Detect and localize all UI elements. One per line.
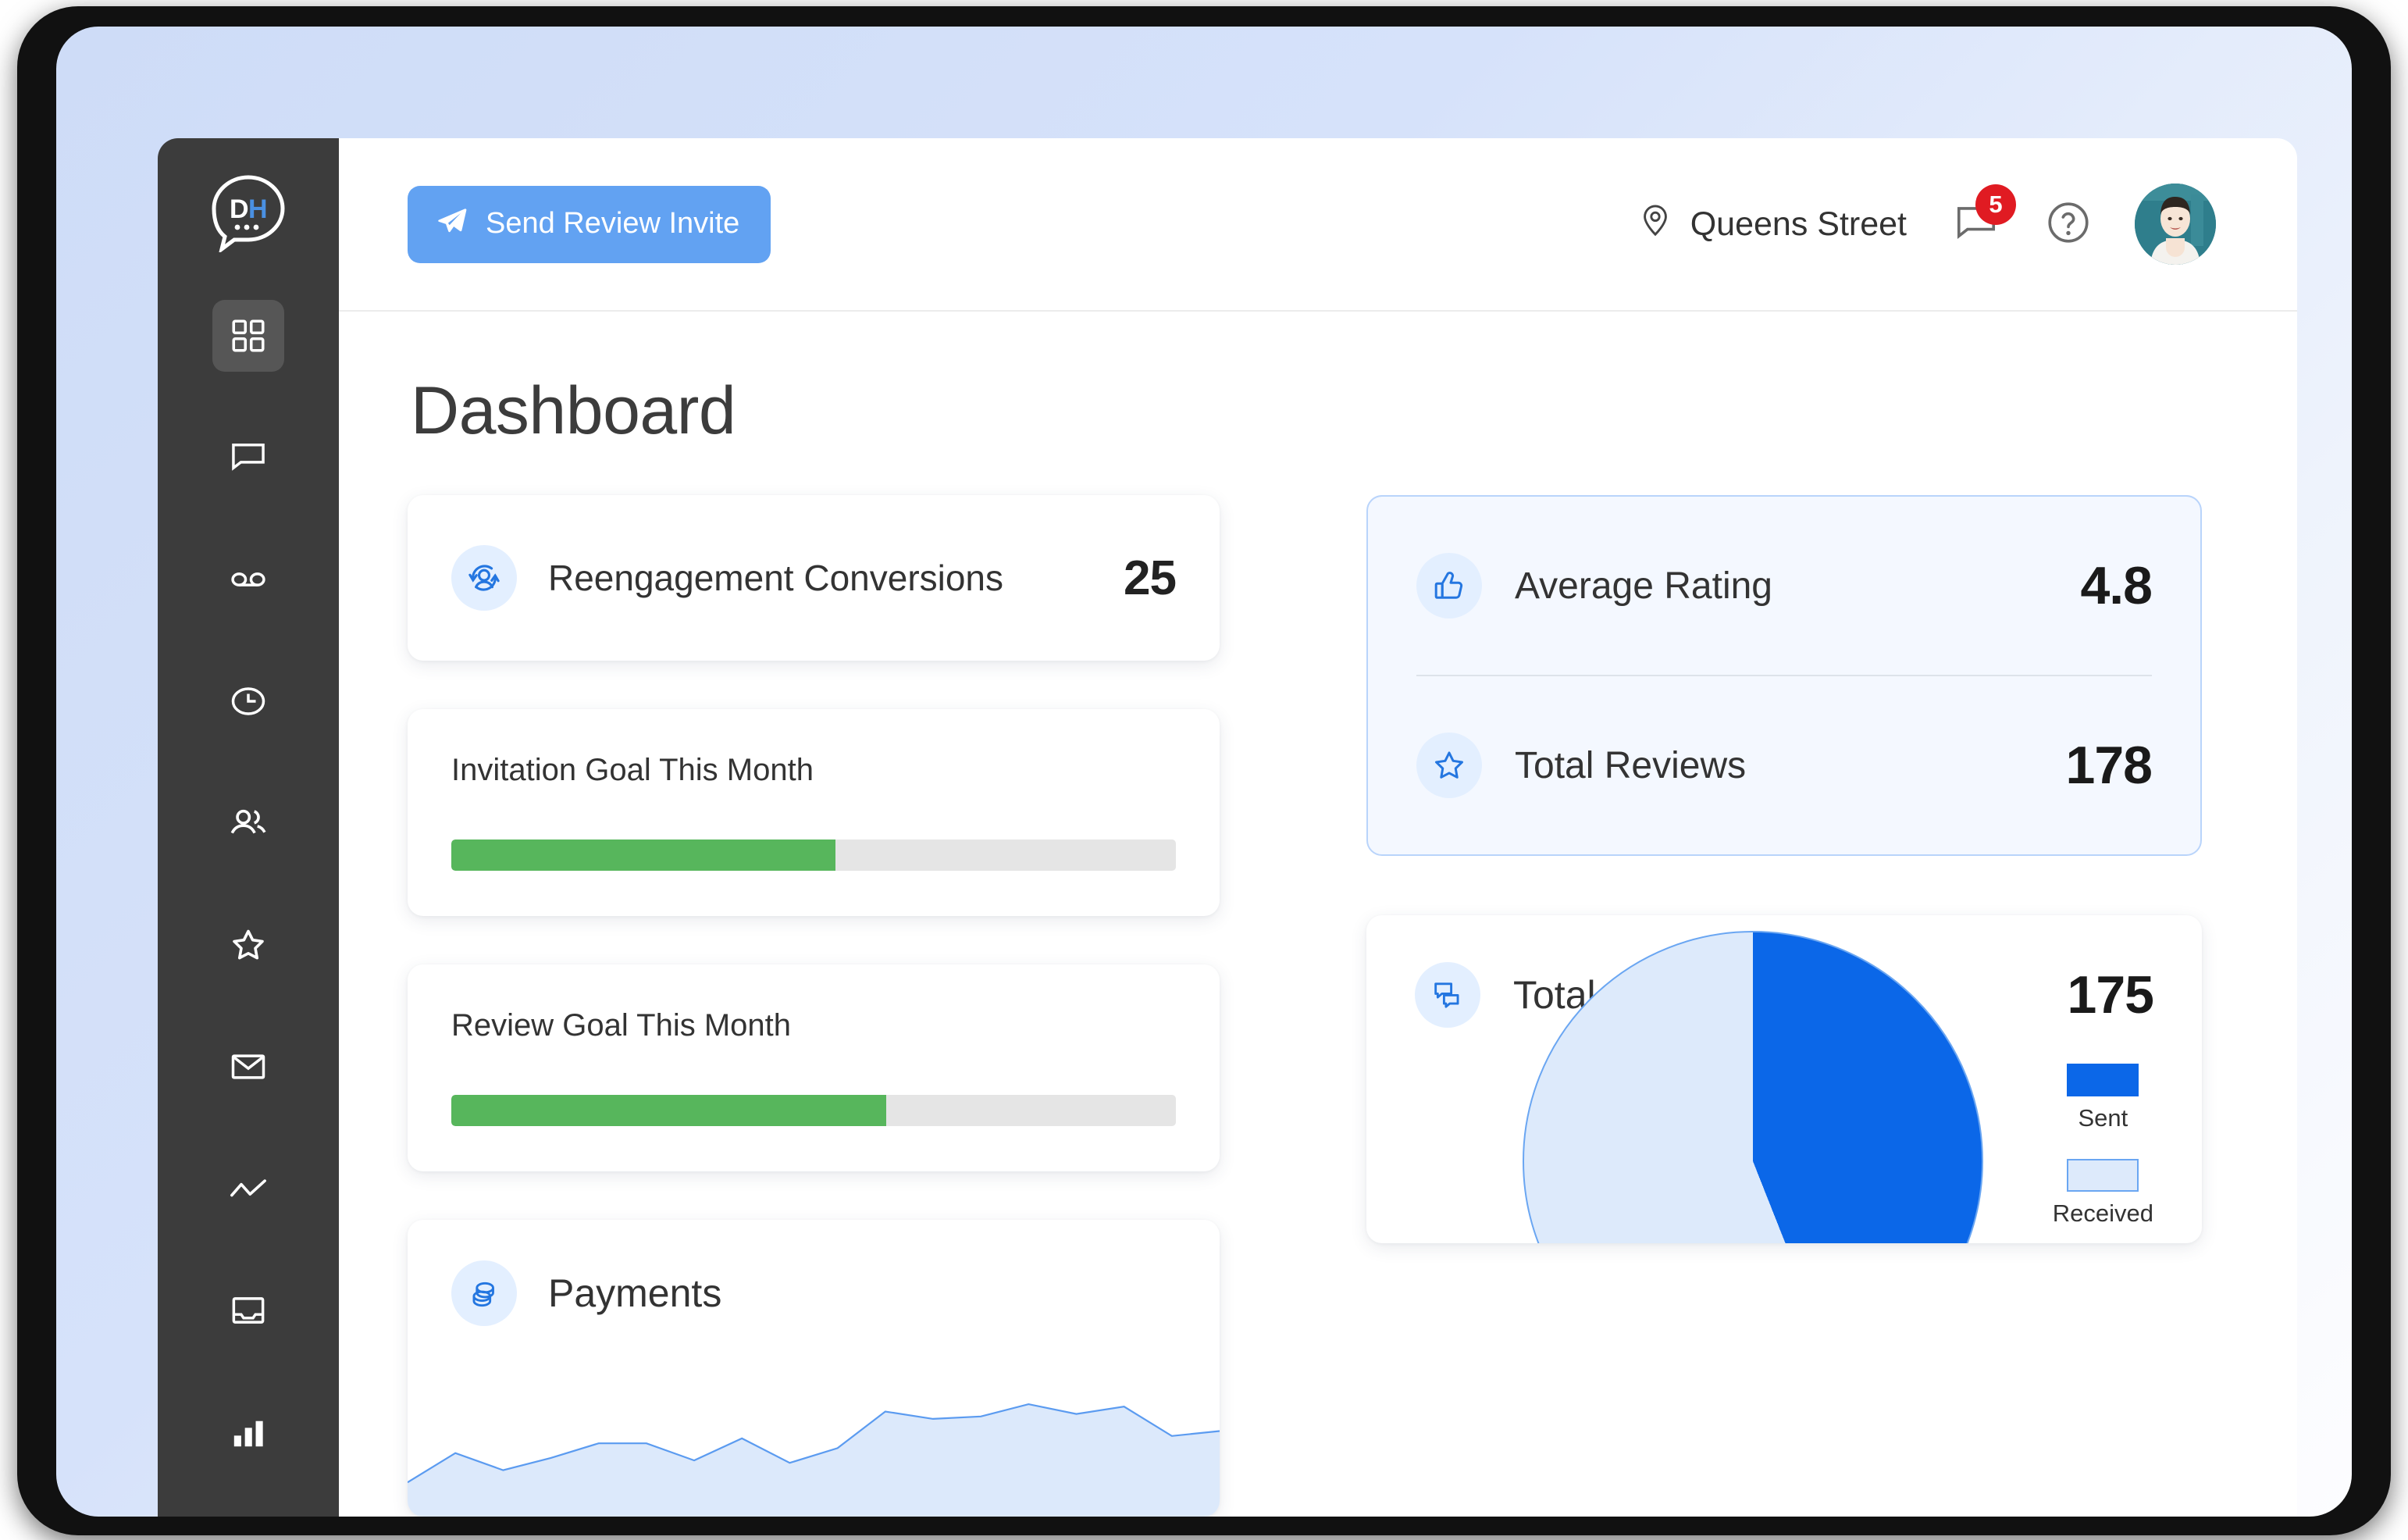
ratings-card[interactable]: Average Rating 4.8 Total Reviews 178 (1366, 495, 2202, 856)
topbar: Send Review Invite Queens Street 5 (339, 138, 2297, 312)
messages-pie-wrap (1523, 931, 1983, 1243)
invitation-goal-progress-fill (451, 840, 835, 871)
sidebar-item-reviews[interactable] (212, 909, 284, 981)
review-goal-title: Review Goal This Month (451, 1008, 791, 1043)
avatar[interactable] (2135, 184, 2216, 265)
svg-text:H: H (248, 194, 268, 224)
help-button[interactable] (2044, 198, 2093, 251)
sidebar-item-inbox[interactable] (212, 1274, 284, 1346)
legend-swatch-sent (2067, 1064, 2139, 1096)
sidebar-item-messages[interactable] (212, 422, 284, 494)
app-logo[interactable]: D H (208, 171, 289, 256)
app-window: D H Send Review Invite Queens Street 5 D… (158, 138, 2297, 1517)
payments-card[interactable]: Payments (408, 1220, 1220, 1517)
average-rating-row: Average Rating 4.8 (1416, 497, 2153, 675)
sidebar-nav (158, 300, 339, 1517)
sidebar-item-history[interactable] (212, 665, 284, 737)
page-body: Dashboard Reengagement Conversions 25 In… (339, 312, 2297, 1517)
page-title: Dashboard (411, 373, 736, 448)
total-messages-card[interactable]: Total Messages 175 Sent Received (1366, 915, 2202, 1243)
sidebar-item-email[interactable] (212, 1031, 284, 1103)
thumbs-up-icon (1416, 553, 1482, 618)
user-refresh-icon (451, 545, 517, 611)
users-icon (227, 802, 269, 844)
average-rating-label: Average Rating (1515, 565, 1772, 607)
location-selector[interactable]: Queens Street (1637, 202, 1907, 247)
total-reviews-row: Total Reviews 178 (1416, 676, 2153, 854)
star-outline-icon (1416, 733, 1482, 798)
message-bubble-icon (228, 437, 269, 478)
average-rating-value: 4.8 (2080, 556, 2153, 615)
review-goal-progress-fill (451, 1095, 886, 1126)
payments-header: Payments (408, 1220, 1220, 1326)
review-goal-card[interactable]: Review Goal This Month (408, 964, 1220, 1171)
invitation-goal-progress-track (451, 840, 1176, 871)
device-frame: D H Send Review Invite Queens Street 5 D… (17, 6, 2391, 1535)
location-pin-icon (1637, 202, 1673, 247)
stat-row: Reengagement Conversions 25 (451, 495, 1177, 661)
star-icon (227, 924, 269, 966)
messages-legend: Sent Received (2053, 1064, 2153, 1243)
send-review-invite-button[interactable]: Send Review Invite (408, 185, 771, 263)
reengagement-conversions-card[interactable]: Reengagement Conversions 25 (408, 495, 1220, 661)
total-reviews-value: 178 (2065, 736, 2153, 795)
reengagement-label: Reengagement Conversions (548, 558, 1004, 598)
trend-line-icon (227, 1167, 269, 1210)
svg-text:D: D (230, 194, 249, 224)
sidebar-item-reports[interactable] (212, 1396, 284, 1468)
dashboard-columns: Reengagement Conversions 25 Invitation G… (408, 495, 2216, 1517)
topbar-actions: Queens Street 5 (1637, 184, 2216, 265)
sidebar-item-contacts[interactable] (212, 787, 284, 859)
location-name: Queens Street (1690, 205, 1907, 243)
sidebar-item-voicemail[interactable] (212, 544, 284, 615)
total-messages-value: 175 (2067, 965, 2154, 1025)
chat-bubbles-icon (1415, 962, 1480, 1028)
sidebar-item-trends[interactable] (212, 1153, 284, 1225)
paper-plane-icon (436, 205, 468, 243)
invitation-goal-title: Invitation Goal This Month (451, 753, 814, 787)
bar-chart-icon (228, 1412, 269, 1453)
payments-area-chart (408, 1403, 1220, 1517)
sidebar: D H (158, 138, 339, 1517)
send-review-invite-label: Send Review Invite (486, 207, 740, 240)
legend-label-sent: Sent (2078, 1104, 2128, 1132)
help-circle-icon (2044, 198, 2093, 251)
coins-icon (451, 1260, 517, 1326)
voicemail-icon (228, 559, 269, 600)
messages-pie-chart (1523, 931, 1983, 1243)
device-screen: D H Send Review Invite Queens Street 5 D… (56, 27, 2352, 1517)
legend-label-received: Received (2052, 1200, 2153, 1227)
invitation-goal-card[interactable]: Invitation Goal This Month (408, 709, 1220, 916)
main-content: Send Review Invite Queens Street 5 Dashb… (339, 138, 2297, 1517)
review-goal-progress-track (451, 1095, 1176, 1126)
chat-badge: 5 (1975, 184, 2016, 225)
chat-notifications-button[interactable]: 5 (1952, 184, 2016, 251)
reengagement-value: 25 (1124, 551, 1177, 605)
right-column: Average Rating 4.8 Total Reviews 178 Tot… (1366, 495, 2202, 1517)
grid-dashboard-icon (229, 316, 268, 355)
legend-swatch-received (2067, 1159, 2139, 1192)
sidebar-item-dashboard[interactable] (212, 300, 284, 372)
inbox-icon (228, 1290, 269, 1331)
payments-label: Payments (548, 1271, 722, 1315)
clock-icon (228, 681, 269, 722)
envelope-icon (228, 1046, 269, 1087)
total-reviews-label: Total Reviews (1515, 744, 1747, 786)
left-column: Reengagement Conversions 25 Invitation G… (408, 495, 1220, 1517)
